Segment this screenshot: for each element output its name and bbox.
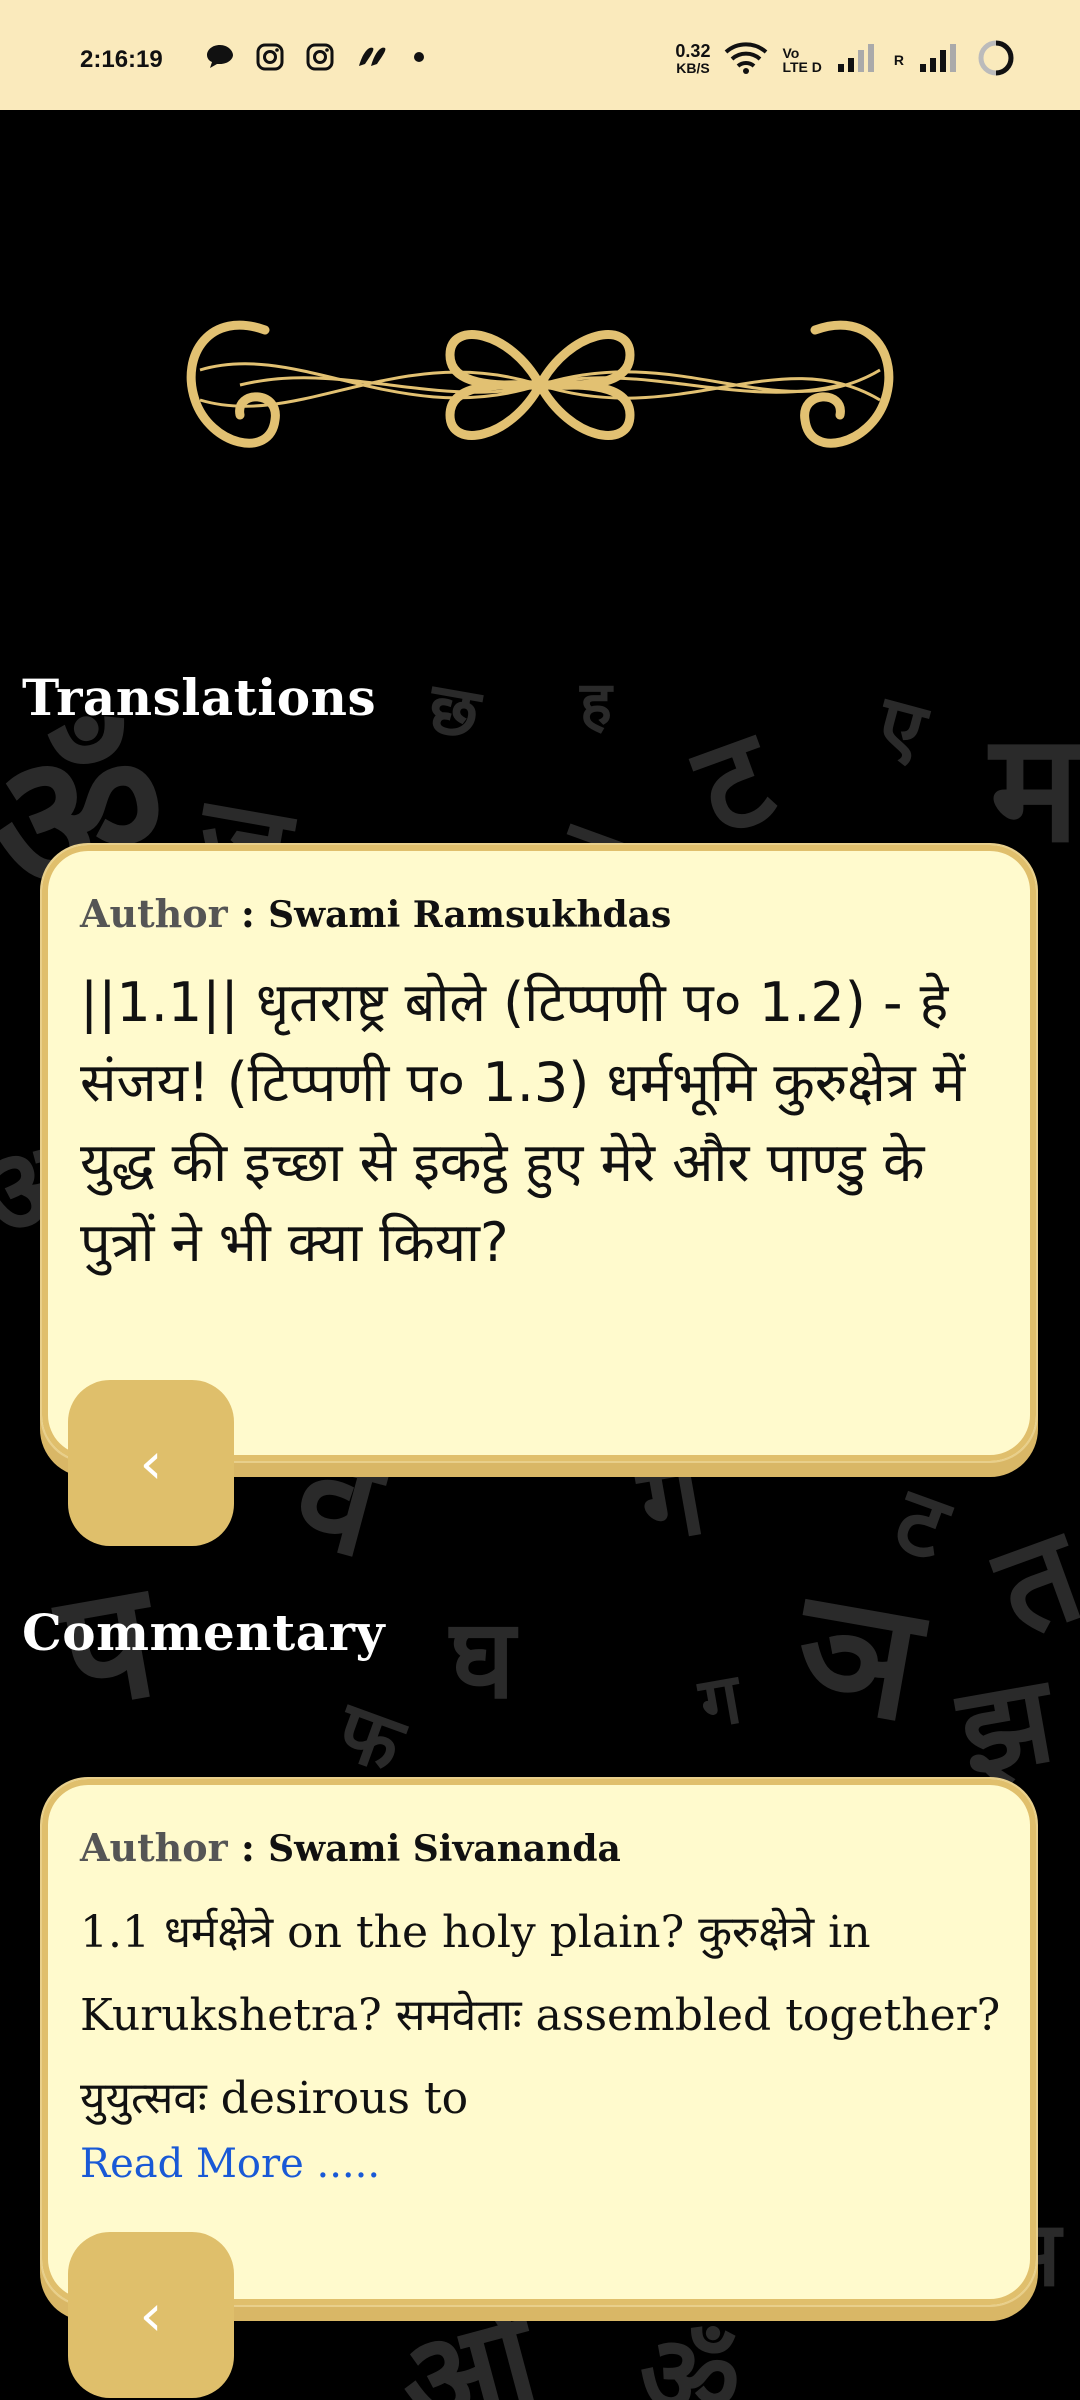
commentary-card: Author : Swami Sivananda 1.1 धर्मक्षेत्र… xyxy=(40,1777,1038,2307)
background-glyph: ट xyxy=(882,1467,961,1582)
battery-icon xyxy=(976,38,1016,82)
commentary-back-button[interactable]: ‹ xyxy=(68,2232,234,2398)
signal-icon xyxy=(836,42,880,78)
background-glyph: छ xyxy=(422,666,486,756)
signal-icon xyxy=(918,42,962,78)
translation-back-button[interactable]: ‹ xyxy=(68,1380,234,1546)
background-glyph: ए xyxy=(867,676,935,779)
wifi-icon xyxy=(724,40,768,80)
author-name: Swami Sivananda xyxy=(268,1828,621,1870)
translation-card: Author : Swami Ramsukhdas ||1.1|| धृतराष… xyxy=(40,843,1038,1463)
background-glyph: घ xyxy=(450,1595,516,1723)
author-separator: : xyxy=(227,891,269,936)
ornament-divider-icon xyxy=(186,320,894,448)
background-glyph: ग xyxy=(693,1657,747,1745)
chevron-left-icon: ‹ xyxy=(139,2281,163,2349)
chevron-left-icon: ‹ xyxy=(139,1429,163,1497)
roaming-indicator: R xyxy=(893,52,904,68)
author-label: Author xyxy=(80,891,228,936)
author-separator: : xyxy=(227,1825,269,1870)
author-label: Author xyxy=(80,1825,228,1870)
volte-indicator: Vo LTE D xyxy=(782,45,822,75)
background-glyph: त xyxy=(977,1498,1080,1667)
chat-icon xyxy=(205,42,235,72)
author-line: Author : Swami Ramsukhdas xyxy=(80,891,671,936)
instagram-icon xyxy=(255,42,285,72)
translation-text: ||1.1|| धृतराष्ट्र बोले (टिप्पणी प० 1.2)… xyxy=(80,971,966,1274)
net-speed: 0.32 KB/S xyxy=(675,41,711,76)
status-time: 2:16:19 xyxy=(80,46,163,73)
author-line: Author : Swami Sivananda xyxy=(80,1825,621,1870)
app-icon xyxy=(355,42,389,72)
translations-heading: Translations xyxy=(22,668,377,727)
background-glyph: ह xyxy=(580,669,612,739)
read-more-link[interactable]: Read More ..... xyxy=(80,2141,380,2187)
author-name: Swami Ramsukhdas xyxy=(268,894,672,936)
commentary-heading: Commentary xyxy=(22,1603,386,1662)
notification-icons xyxy=(205,42,429,72)
dot-icon xyxy=(409,42,429,72)
status-bar: 2:16:19 0.32 KB/S Vo LTE D R xyxy=(0,0,1080,110)
background-glyph: ॐ xyxy=(628,2307,750,2400)
commentary-text: 1.1 धर्मक्षेत्रे on the holy plain? कुरु… xyxy=(80,1907,1001,2124)
background-glyph: ञ xyxy=(783,1553,933,1758)
instagram-icon xyxy=(305,42,335,72)
